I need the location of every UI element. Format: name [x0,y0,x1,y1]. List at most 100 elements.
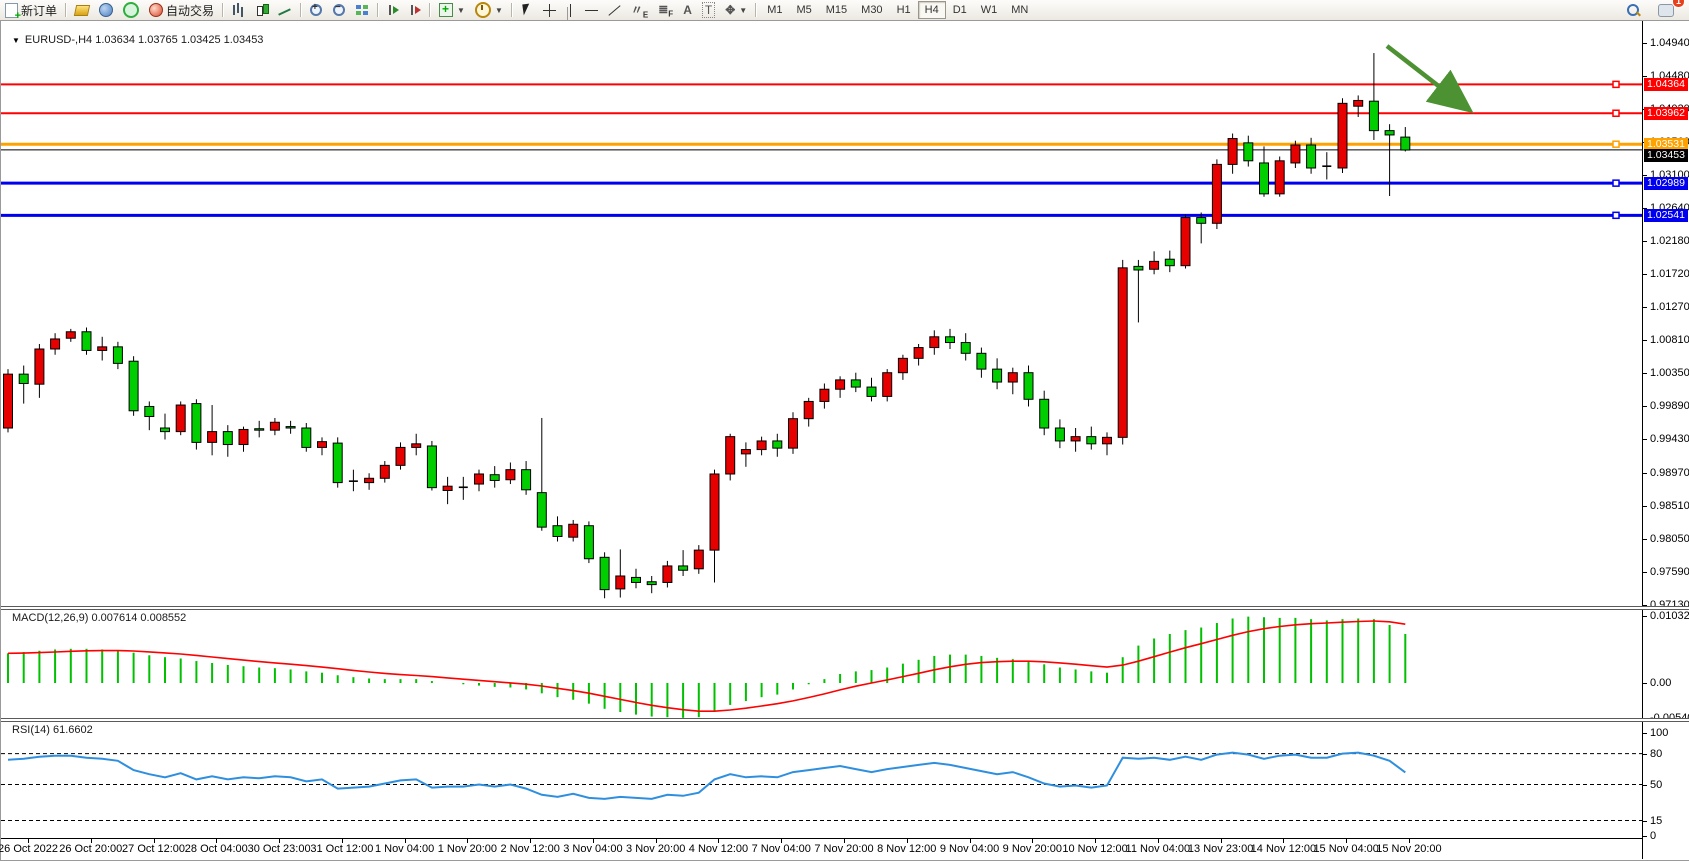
candle-24[interactable] [380,461,389,483]
candle-54[interactable] [851,373,860,392]
candle-3[interactable] [51,333,60,355]
timeframe-button-m30[interactable]: M30 [854,1,889,19]
crosshair-tool-button[interactable] [538,1,561,19]
period-button[interactable]: ▼ [470,1,508,19]
candle-21[interactable] [333,437,342,487]
candle-5[interactable] [82,327,91,354]
line-chart-button[interactable] [273,1,297,19]
candle-10[interactable] [161,414,170,440]
candle-65[interactable] [1024,366,1033,407]
candlestick-chart-button[interactable] [250,1,273,19]
styler-button[interactable] [70,1,94,19]
tile-windows-button[interactable] [351,1,374,19]
candle-80[interactable] [1260,146,1269,196]
line-handle[interactable] [1613,212,1619,218]
candle-84[interactable] [1322,152,1331,179]
candle-11[interactable] [176,401,185,435]
timeframe-button-m1[interactable]: M1 [760,1,789,19]
cursor-tool-button[interactable] [516,1,538,19]
candle-64[interactable] [1008,368,1017,395]
candle-34[interactable] [537,418,546,531]
candle-36[interactable] [569,520,578,542]
add-indicator-button[interactable]: ▼ [434,1,470,19]
candle-56[interactable] [883,369,892,401]
candle-19[interactable] [302,423,311,452]
candle-0[interactable] [4,369,13,432]
candle-57[interactable] [898,355,907,380]
candle-37[interactable] [584,521,593,563]
candle-31[interactable] [490,466,499,488]
price-axis[interactable]: 1.049401.044801.040201.035601.031001.026… [1642,21,1689,859]
candle-48[interactable] [757,437,766,456]
candle-89[interactable] [1401,127,1410,151]
price-chart-pane[interactable]: ▼EURUSD-,H4 1.03634 1.03765 1.03425 1.03… [1,26,1642,606]
text-tool-button[interactable]: A [678,1,697,19]
candle-47[interactable] [741,442,750,466]
candle-30[interactable] [475,470,484,492]
macd-indicator-pane[interactable]: MACD(12,26,9) 0.007614 0.008552 [1,609,1642,718]
candle-51[interactable] [804,398,813,427]
candle-76[interactable] [1197,213,1206,244]
candle-88[interactable] [1385,124,1394,196]
arrows-tool-button[interactable]: ✥▼ [720,1,752,19]
candle-49[interactable] [773,434,782,457]
candle-20[interactable] [318,437,327,455]
candle-42[interactable] [663,561,672,588]
candle-7[interactable] [113,342,122,369]
timeframe-button-m15[interactable]: M15 [819,1,854,19]
candle-29[interactable] [459,477,468,500]
candle-26[interactable] [412,434,421,456]
candle-75[interactable] [1181,215,1190,269]
profile-button[interactable] [94,1,118,19]
candle-44[interactable] [694,545,703,574]
candle-14[interactable] [223,425,232,457]
candle-15[interactable] [239,427,248,452]
signal-button[interactable] [118,1,144,19]
candle-25[interactable] [396,442,405,469]
candle-78[interactable] [1228,134,1237,174]
candle-4[interactable] [66,329,75,342]
line-handle[interactable] [1613,81,1619,87]
candle-1[interactable] [19,366,28,404]
candle-46[interactable] [726,434,735,481]
pane-divider[interactable] [1,718,1689,722]
fibonacci-tool-button[interactable]: ≣F [653,1,678,19]
candle-18[interactable] [286,421,295,434]
candle-63[interactable] [993,358,1002,389]
candlestick-chart-canvas[interactable] [1,26,1642,606]
auto-trading-button[interactable]: 自动交易 [144,1,219,19]
candle-70[interactable] [1103,432,1112,455]
auto-scroll-button[interactable] [382,1,404,19]
candle-43[interactable] [679,550,688,576]
candle-59[interactable] [930,330,939,354]
chart-shift-button[interactable] [404,1,426,19]
candle-87[interactable] [1369,53,1378,140]
candle-40[interactable] [632,569,641,588]
candle-77[interactable] [1212,159,1221,229]
candle-60[interactable] [946,329,955,349]
candle-73[interactable] [1150,251,1159,274]
candle-45[interactable] [710,470,719,583]
macd-chart-canvas[interactable] [1,609,1642,718]
timeframe-button-mn[interactable]: MN [1004,1,1035,19]
notifications-button[interactable]: 1 [1653,1,1679,19]
candle-32[interactable] [506,462,515,484]
text-label-tool-button[interactable]: T [697,1,720,19]
candle-55[interactable] [867,378,876,402]
candle-79[interactable] [1244,136,1253,167]
line-handle[interactable] [1613,141,1619,147]
candle-23[interactable] [365,473,374,490]
timeframe-button-d1[interactable]: D1 [946,1,974,19]
candle-12[interactable] [192,399,201,449]
candle-69[interactable] [1087,427,1096,450]
candle-38[interactable] [600,552,609,598]
collapse-triangle-icon[interactable]: ▼ [12,36,20,45]
candle-52[interactable] [820,383,829,408]
zoom-out-button[interactable] [328,1,351,19]
pane-divider[interactable] [1,606,1689,610]
candle-53[interactable] [836,376,845,398]
time-axis[interactable]: 26 Oct 202226 Oct 20:0027 Oct 12:0028 Oc… [1,838,1689,860]
line-handle[interactable] [1613,110,1619,116]
candle-62[interactable] [977,348,986,378]
trend-arrow-annotation[interactable] [1387,46,1463,105]
